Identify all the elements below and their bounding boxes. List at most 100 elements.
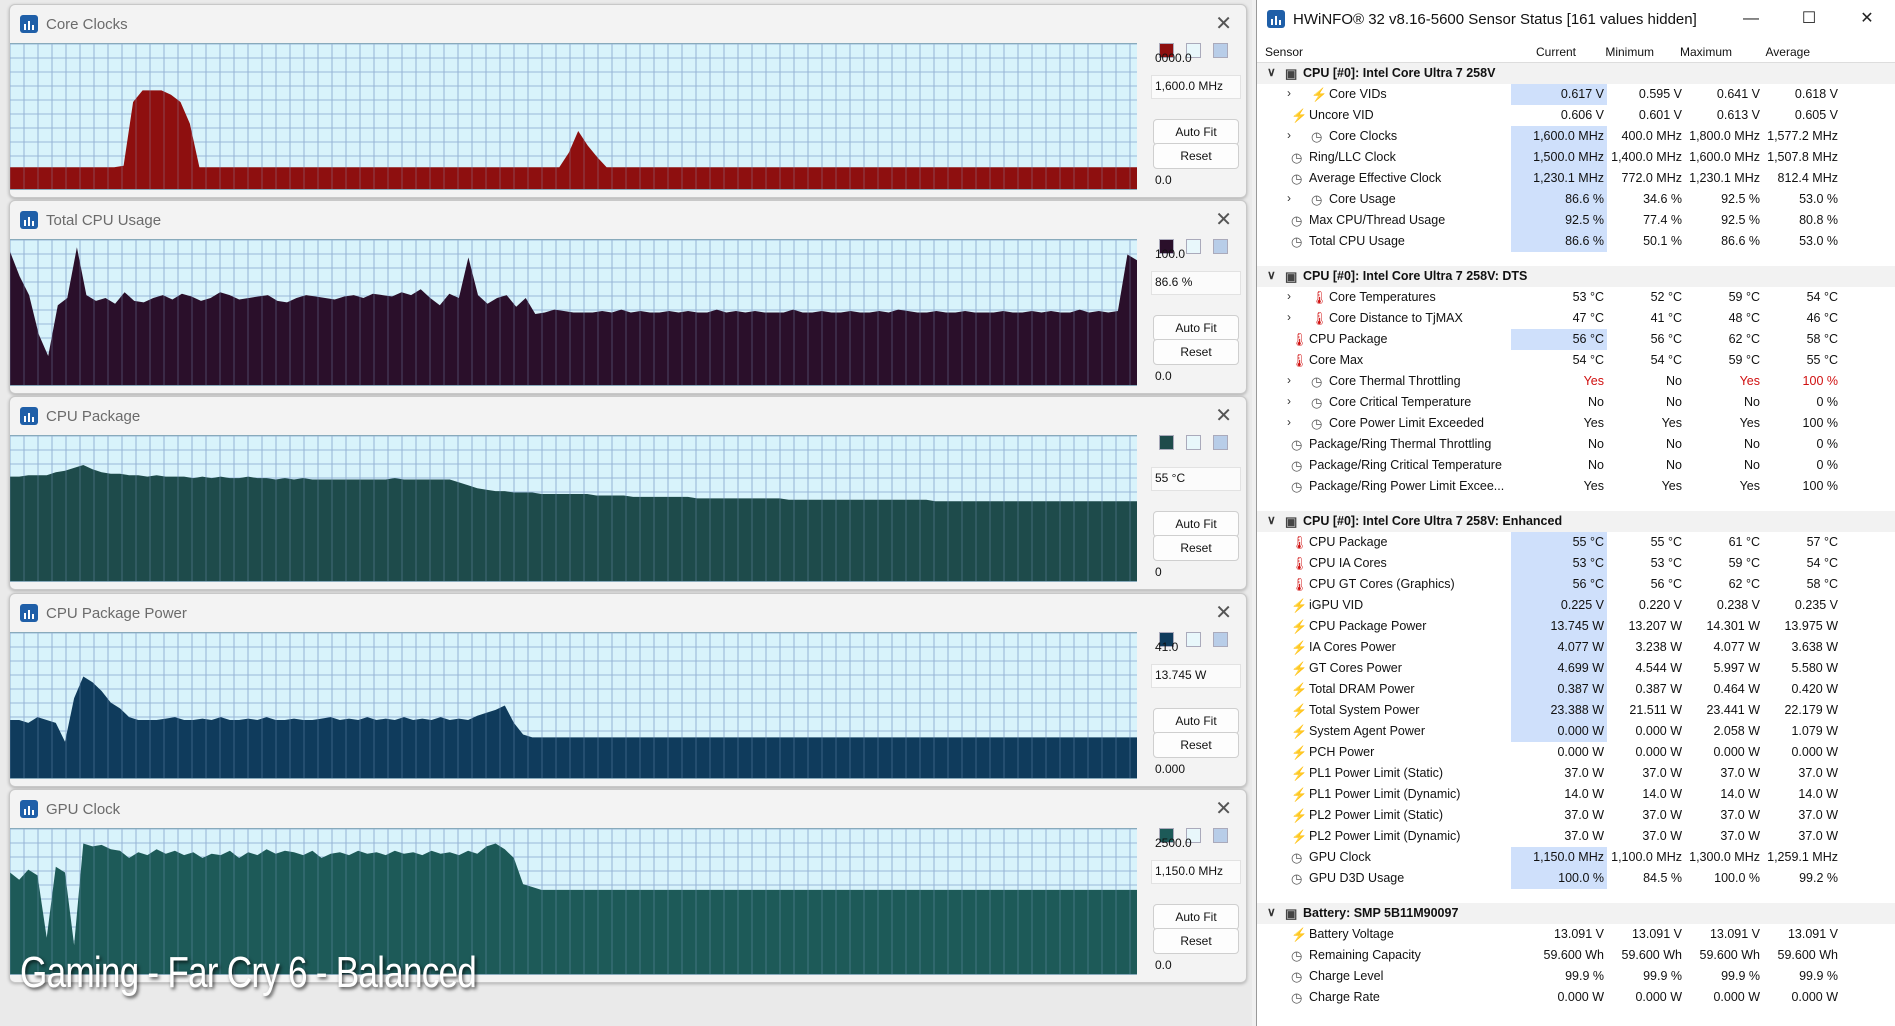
col-maximum[interactable]: Maximum [1680, 45, 1732, 59]
sensor-row[interactable]: ⚡ Total DRAM Power 0.387 W 0.387 W 0.464 W 0.… [1257, 679, 1895, 700]
sensor-row[interactable]: ⚡ PCH Power 0.000 W 0.000 W 0.000 W 0.000 W [1257, 742, 1895, 763]
graph-window[interactable]: Total CPU Usage ✕ 100.0 86.6 % Auto Fit Reset… [9, 200, 1247, 394]
sensor-minimum: 77.4 % [1643, 213, 1682, 227]
sensor-average: 0 % [1816, 458, 1838, 472]
sensor-row[interactable]: 🌡 CPU Package 55 °C 55 °C 61 °C 57 °C [1257, 532, 1895, 553]
sensor-row[interactable]: ⚡ PL2 Power Limit (Dynamic) 37.0 W 37.0 W 37… [1257, 826, 1895, 847]
sensor-row[interactable]: ◷ Ring/LLC Clock 1,500.0 MHz 1,400.0 MHz 1,6… [1257, 147, 1895, 168]
sensor-row[interactable]: › 🌡 Core Distance to TjMAX 47 °C 41 °C 48 °C 4… [1257, 308, 1895, 329]
sensor-row[interactable]: ◷ Average Effective Clock 1,230.1 MHz 772.0… [1257, 168, 1895, 189]
sensor-row[interactable]: ⚡ CPU Package Power 13.745 W 13.207 W 14.301… [1257, 616, 1895, 637]
chevron-down-icon[interactable]: ∨ [1267, 513, 1276, 527]
sensor-row[interactable]: ⚡ Uncore VID 0.606 V 0.601 V 0.613 V 0.605 V [1257, 105, 1895, 126]
chevron-right-icon[interactable]: › [1287, 191, 1291, 205]
sensor-row[interactable]: ⚡ GT Cores Power 4.699 W 4.544 W 5.997 W 5.58… [1257, 658, 1895, 679]
sensor-average: 54 °C [1806, 556, 1838, 570]
sensor-row[interactable]: › ◷ Core Usage 86.6 % 34.6 % 92.5 % 53.0 % [1257, 189, 1895, 210]
chevron-right-icon[interactable]: › [1287, 310, 1291, 324]
chevron-down-icon[interactable]: ∨ [1267, 65, 1276, 79]
sensor-row[interactable]: 🌡 Core Max 54 °C 54 °C 59 °C 55 °C [1257, 350, 1895, 371]
sensor-row[interactable]: ⚡ System Agent Power 0.000 W 0.000 W 2.058 W… [1257, 721, 1895, 742]
chevron-down-icon[interactable]: ∨ [1267, 268, 1276, 282]
sensor-row[interactable]: ⚡ PL1 Power Limit (Static) 37.0 W 37.0 W 37.… [1257, 763, 1895, 784]
background-color-swatch[interactable] [1186, 239, 1201, 254]
chevron-right-icon[interactable]: › [1287, 394, 1291, 408]
graph-window[interactable]: Core Clocks ✕ 0000.0 1,600.0 MHz Auto Fit Res… [9, 4, 1247, 198]
sensor-row[interactable]: ⚡ Battery Voltage 13.091 V 13.091 V 13.091 V… [1257, 924, 1895, 945]
chevron-right-icon[interactable]: › [1287, 415, 1291, 429]
sensor-row[interactable]: › ⚡ Core VIDs 0.617 V 0.595 V 0.641 V 0.618 V [1257, 84, 1895, 105]
reset-button[interactable]: Reset [1153, 339, 1239, 365]
sensor-row[interactable]: › ◷ Core Power Limit Exceeded Yes Yes Yes 100 … [1257, 413, 1895, 434]
sensor-row[interactable]: ◷ Package/Ring Critical Temperature No No No… [1257, 455, 1895, 476]
auto-fit-button[interactable]: Auto Fit [1153, 315, 1239, 341]
col-minimum[interactable]: Minimum [1605, 45, 1654, 59]
graph-window[interactable]: CPU Package ✕ 55 °C Auto Fit Reset 0 [9, 396, 1247, 590]
sensor-row[interactable]: ⚡ PL2 Power Limit (Static) 37.0 W 37.0 W 37.… [1257, 805, 1895, 826]
sensor-row[interactable]: ⚡ IA Cores Power 4.077 W 3.238 W 4.077 W 3.63… [1257, 637, 1895, 658]
maximize-icon[interactable]: ☐ [1780, 0, 1838, 38]
sensor-row[interactable]: › ◷ Core Critical Temperature No No No 0 % [1257, 392, 1895, 413]
auto-fit-button[interactable]: Auto Fit [1153, 511, 1239, 537]
sensor-row[interactable]: ◷ Charge Level 99.9 % 99.9 % 99.9 % 99.9 % [1257, 966, 1895, 987]
sensor-minimum: 52 °C [1650, 290, 1682, 304]
sensor-row[interactable]: ◷ Charge Rate 0.000 W 0.000 W 0.000 W 0.000 W [1257, 987, 1895, 1008]
grid-color-swatch[interactable] [1213, 435, 1228, 450]
sensor-group-header[interactable]: ∨ ▣ CPU [#0]: Intel Core Ultra 7 258V: Enh… [1257, 511, 1895, 532]
chevron-down-icon[interactable]: ∨ [1267, 905, 1276, 919]
close-icon[interactable]: ✕ [1215, 796, 1232, 821]
sensor-row[interactable]: ⚡ PL1 Power Limit (Dynamic) 14.0 W 14.0 W 14… [1257, 784, 1895, 805]
sensor-current: 0.000 W [1557, 990, 1604, 1004]
col-sensor[interactable]: Sensor [1265, 45, 1303, 59]
close-icon[interactable]: ✕ [1215, 403, 1232, 428]
reset-button[interactable]: Reset [1153, 535, 1239, 561]
sensor-group-header[interactable]: ∨ ▣ CPU [#0]: Intel Core Ultra 7 258V [1257, 63, 1895, 84]
col-current[interactable]: Current [1536, 45, 1576, 59]
sensor-current: 56 °C [1572, 577, 1604, 591]
grid-color-swatch[interactable] [1213, 43, 1228, 58]
reset-button[interactable]: Reset [1153, 143, 1239, 169]
sensor-row[interactable]: ⚡ iGPU VID 0.225 V 0.220 V 0.238 V 0.235 V [1257, 595, 1895, 616]
graph-window[interactable]: CPU Package Power ✕ 41.0 13.745 W Auto Fit Re… [9, 593, 1247, 787]
reset-button[interactable]: Reset [1153, 928, 1239, 954]
chevron-right-icon[interactable]: › [1287, 373, 1291, 387]
close-icon[interactable]: ✕ [1215, 11, 1232, 36]
sensor-row[interactable]: ⚡ Total System Power 23.388 W 21.511 W 23.44… [1257, 700, 1895, 721]
chevron-right-icon[interactable]: › [1287, 86, 1291, 100]
clock-gauge-icon: ◷ [1291, 948, 1303, 963]
sensor-group-header[interactable]: ∨ ▣ CPU [#0]: Intel Core Ultra 7 258V: DTS [1257, 266, 1895, 287]
grid-color-swatch[interactable] [1213, 239, 1228, 254]
reset-button[interactable]: Reset [1153, 732, 1239, 758]
minimize-icon[interactable]: — [1722, 0, 1780, 38]
sensor-row[interactable]: ◷ Package/Ring Power Limit Excee... Yes Yes… [1257, 476, 1895, 497]
sensor-row[interactable]: › ◷ Core Clocks 1,600.0 MHz 400.0 MHz 1,800.0… [1257, 126, 1895, 147]
sensor-row[interactable]: › ◷ Core Thermal Throttling Yes No Yes 100 % [1257, 371, 1895, 392]
col-average[interactable]: Average [1766, 45, 1810, 59]
sensor-row[interactable]: 🌡 CPU GT Cores (Graphics) 56 °C 56 °C 62 °C 5… [1257, 574, 1895, 595]
sensor-group-header[interactable]: ∨ ▣ Battery: SMP 5B11M90097 [1257, 903, 1895, 924]
grid-color-swatch[interactable] [1213, 828, 1228, 843]
sensor-minimum: 84.5 % [1643, 871, 1682, 885]
background-color-swatch[interactable] [1186, 632, 1201, 647]
chevron-right-icon[interactable]: › [1287, 128, 1291, 142]
grid-color-swatch[interactable] [1213, 632, 1228, 647]
sensor-row[interactable]: ◷ Max CPU/Thread Usage 92.5 % 77.4 % 92.5 % 8… [1257, 210, 1895, 231]
auto-fit-button[interactable]: Auto Fit [1153, 708, 1239, 734]
background-color-swatch[interactable] [1186, 435, 1201, 450]
sensor-row[interactable]: ◷ Total CPU Usage 86.6 % 50.1 % 86.6 % 53.0 % [1257, 231, 1895, 252]
sensor-row[interactable]: ◷ Remaining Capacity 59.600 Wh 59.600 Wh 59.… [1257, 945, 1895, 966]
auto-fit-button[interactable]: Auto Fit [1153, 904, 1239, 930]
sensor-row[interactable]: › 🌡 Core Temperatures 53 °C 52 °C 59 °C 54 °C [1257, 287, 1895, 308]
sensor-row[interactable]: ◷ Package/Ring Thermal Throttling No No No 0 … [1257, 434, 1895, 455]
series-color-swatch[interactable] [1159, 435, 1174, 450]
auto-fit-button[interactable]: Auto Fit [1153, 119, 1239, 145]
sensor-row[interactable]: 🌡 CPU Package 56 °C 56 °C 62 °C 58 °C [1257, 329, 1895, 350]
sensor-row[interactable]: ◷ GPU D3D Usage 100.0 % 84.5 % 100.0 % 99.2 % [1257, 868, 1895, 889]
sensor-row[interactable]: ◷ GPU Clock 1,150.0 MHz 1,100.0 MHz 1,300.0 … [1257, 847, 1895, 868]
close-icon[interactable]: ✕ [1215, 600, 1232, 625]
sensor-row[interactable]: 🌡 CPU IA Cores 53 °C 53 °C 59 °C 54 °C [1257, 553, 1895, 574]
close-icon[interactable]: ✕ [1215, 207, 1232, 232]
close-icon[interactable]: ✕ [1838, 0, 1895, 38]
chevron-right-icon[interactable]: › [1287, 289, 1291, 303]
sensor-current: 56 °C [1572, 332, 1604, 346]
